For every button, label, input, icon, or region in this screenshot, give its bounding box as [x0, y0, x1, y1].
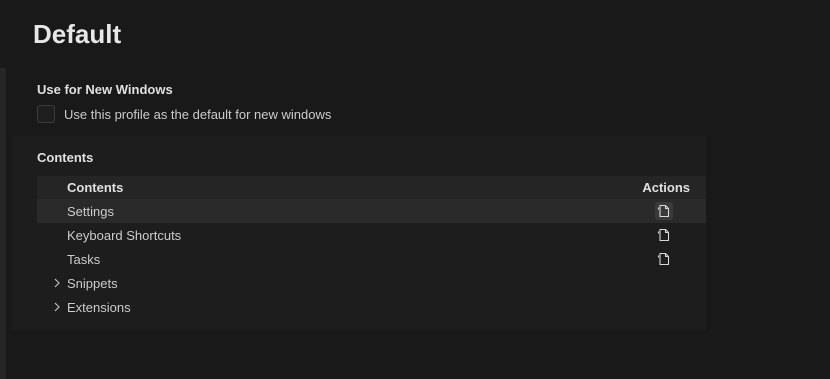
row-label: Snippets — [67, 276, 118, 291]
table-row-keyboard-shortcuts[interactable]: Keyboard Shortcuts — [37, 223, 706, 247]
default-profile-checkbox[interactable] — [37, 105, 55, 123]
new-file-icon[interactable] — [655, 226, 673, 244]
default-profile-checkbox-label[interactable]: Use this profile as the default for new … — [64, 107, 331, 122]
row-label: Extensions — [67, 300, 131, 315]
contents-table: Contents Actions Settings Keyboard Short… — [37, 176, 706, 319]
new-windows-heading: Use for New Windows — [37, 82, 173, 97]
table-row-extensions[interactable]: Extensions — [37, 295, 706, 319]
default-profile-option[interactable]: Use this profile as the default for new … — [37, 104, 331, 124]
table-row-settings[interactable]: Settings — [37, 199, 706, 223]
left-panel-edge — [0, 68, 6, 379]
table-header: Contents Actions — [37, 176, 706, 199]
table-row-snippets[interactable]: Snippets — [37, 271, 706, 295]
contents-heading: Contents — [37, 150, 94, 165]
new-file-icon[interactable] — [655, 202, 673, 220]
table-row-tasks[interactable]: Tasks — [37, 247, 706, 271]
new-file-icon[interactable] — [655, 250, 673, 268]
row-label: Tasks — [67, 252, 101, 267]
column-header-contents: Contents — [67, 180, 124, 195]
row-label: Settings — [67, 204, 114, 219]
page-title: Default — [33, 19, 122, 49]
column-header-actions: Actions — [642, 180, 690, 195]
row-label: Keyboard Shortcuts — [67, 228, 182, 243]
chevron-right-icon[interactable] — [51, 300, 63, 314]
chevron-right-icon[interactable] — [51, 276, 63, 290]
